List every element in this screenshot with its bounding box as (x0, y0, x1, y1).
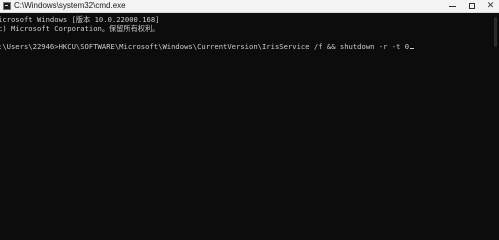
command-line[interactable]: :\Users\22946>HKCU\SOFTWARE\Microsoft\Wi… (0, 42, 415, 51)
command-prompt: :\Users\22946> (0, 42, 59, 51)
command-text[interactable]: HKCU\SOFTWARE\Microsoft\Windows\CurrentV… (59, 42, 410, 51)
window-title: C:\Windows\system32\cmd.exe (14, 1, 126, 10)
console-output[interactable]: icrosoft Windows [版本 10.0.22000.168] c) … (0, 13, 492, 228)
maximize-button[interactable] (461, 0, 483, 12)
scrollbar-thumb[interactable] (494, 17, 497, 47)
version-line: icrosoft Windows [版本 10.0.22000.168] (0, 15, 160, 24)
cmd-window: C:\Windows\system32\cmd.exe ✕ icrosoft W… (0, 0, 499, 228)
close-icon: ✕ (486, 1, 495, 11)
copyright-line: c) Microsoft Corporation。保留所有权利。 (0, 24, 160, 33)
close-button[interactable]: ✕ (481, 0, 499, 12)
maximize-icon (469, 3, 475, 9)
minimize-icon (449, 6, 456, 7)
title-bar[interactable]: C:\Windows\system32\cmd.exe ✕ (0, 0, 499, 13)
text-cursor (410, 48, 415, 49)
vertical-scrollbar[interactable] (492, 13, 499, 228)
minimize-button[interactable] (441, 0, 463, 12)
cmd-app-icon[interactable] (3, 2, 11, 10)
